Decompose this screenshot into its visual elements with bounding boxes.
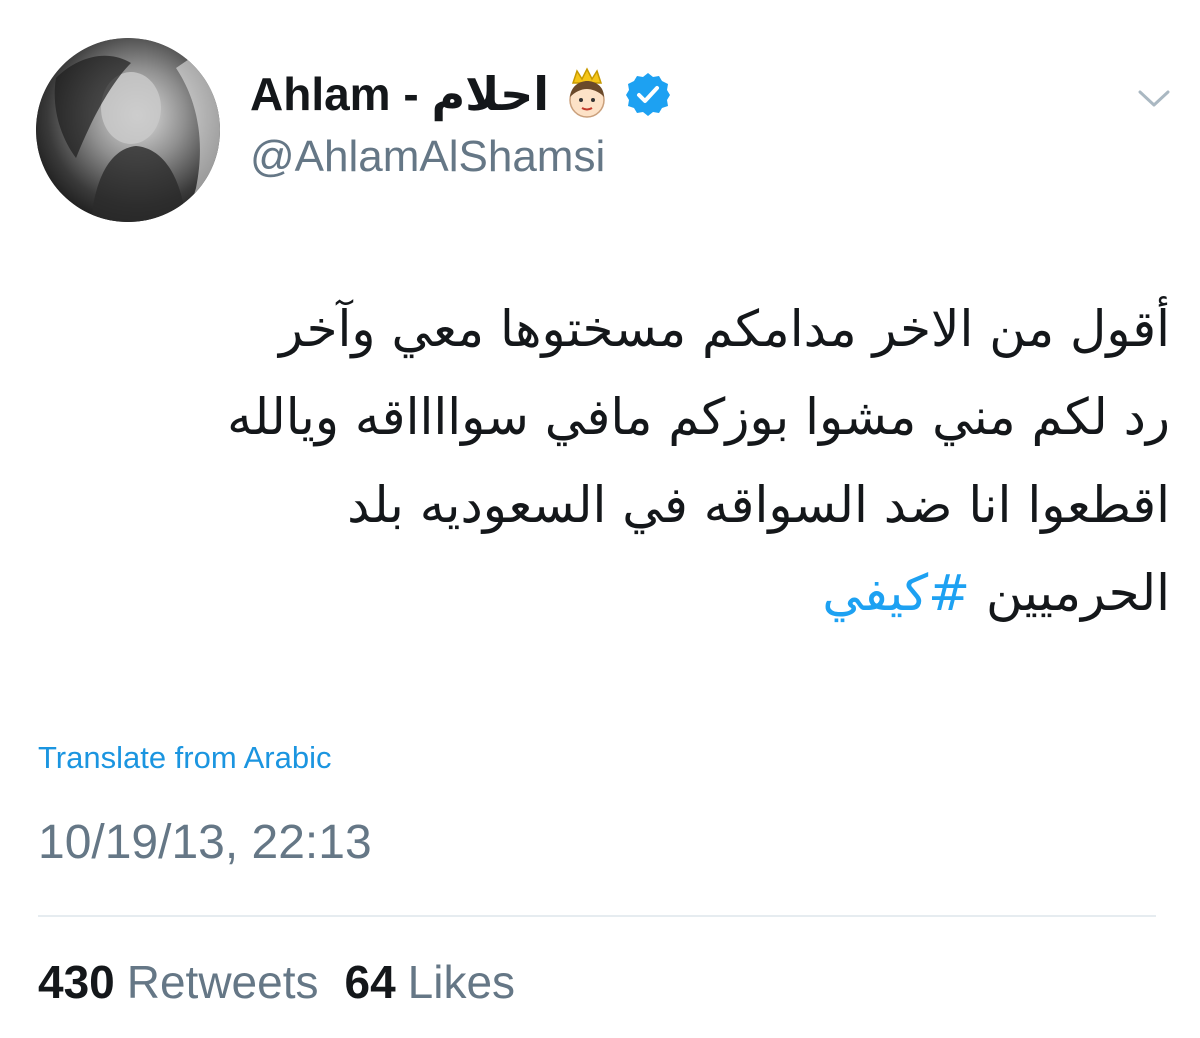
- tweet-text: أقول من الاخر مدامكم مسختوها معي وآخر رد…: [30, 285, 1170, 637]
- author-display-name[interactable]: Ahlam - احلام: [250, 67, 549, 121]
- princess-icon: [569, 67, 605, 118]
- avatar[interactable]: [36, 38, 220, 222]
- tweet-line-text: الحرميين: [985, 564, 1170, 622]
- retweets-count: 430: [38, 956, 115, 1008]
- likes-label: Likes: [407, 956, 516, 1008]
- hashtag-link[interactable]: #كيفي: [822, 564, 970, 622]
- likes-stat[interactable]: 64 Likes: [345, 955, 542, 1009]
- avatar-photo: [36, 38, 220, 222]
- tweet-line-last: الحرميين #كيفي: [30, 549, 1170, 637]
- verified-badge-icon: [626, 73, 671, 116]
- retweets-stat[interactable]: 430 Retweets: [38, 955, 345, 1009]
- likes-count: 64: [344, 956, 396, 1008]
- tweet-stats: 430 Retweets 64 Likes: [38, 955, 541, 1009]
- author-name-row[interactable]: Ahlam - احلام: [250, 62, 671, 126]
- tweet-card: Ahlam - احلام @AhlamAlShamsi أقول من الا…: [0, 0, 1200, 1038]
- chevron-down-icon[interactable]: [1130, 80, 1178, 116]
- retweets-label: Retweets: [126, 956, 319, 1008]
- tweet-line: أقول من الاخر مدامكم مسختوها معي وآخر: [279, 300, 1170, 358]
- tweet-line: رد لكم مني مشوا بوزكم مافي سوااااقه ويال…: [227, 388, 1170, 446]
- author-handle[interactable]: @AhlamAlShamsi: [250, 132, 605, 182]
- tweet-line: اقطعوا انا ضد السواقه في السعوديه بلد: [347, 476, 1170, 534]
- divider: [38, 915, 1156, 917]
- tweet-timestamp[interactable]: 10/19/13, 22:13: [38, 815, 372, 870]
- translate-link[interactable]: Translate from Arabic: [38, 740, 331, 776]
